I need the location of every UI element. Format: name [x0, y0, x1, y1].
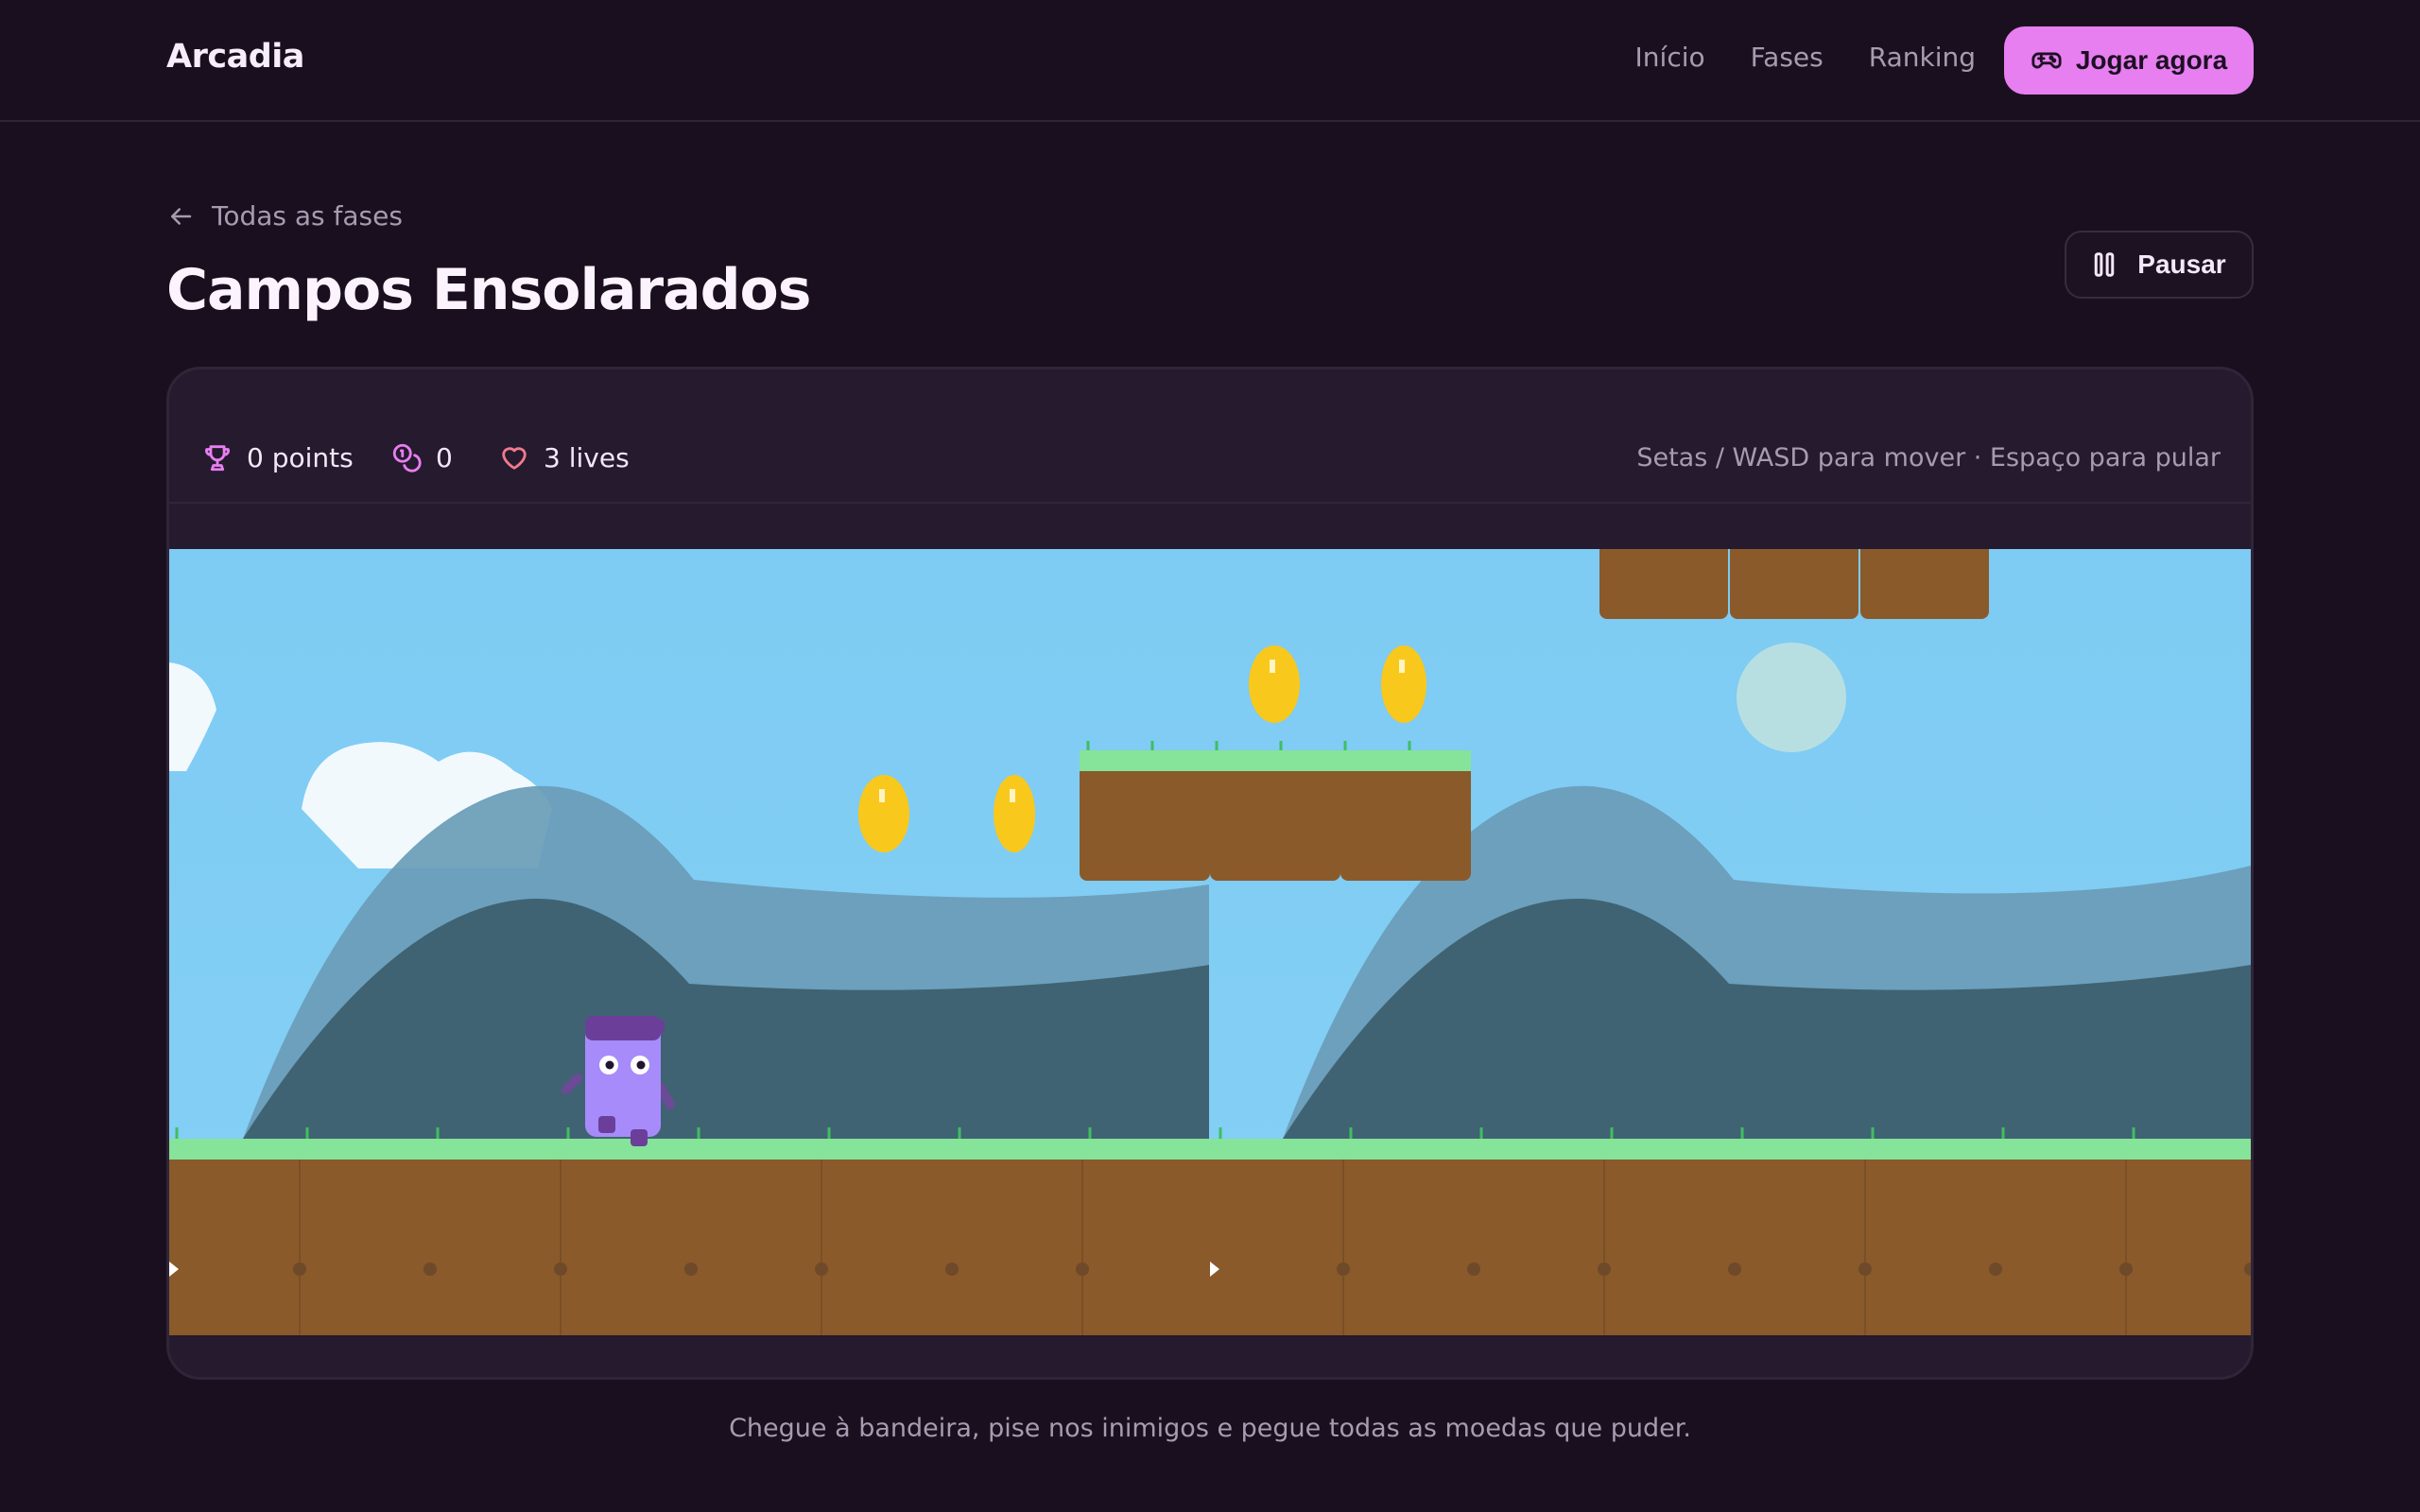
arrow-left-icon [171, 207, 192, 225]
nav-item-fases[interactable]: Fases [1751, 42, 1824, 73]
gamepad-icon [2031, 52, 2062, 69]
page-title: Campos Ensolarados [166, 257, 811, 323]
back-link-label: Todas as fases [212, 200, 403, 232]
pause-button[interactable]: Pausar [2065, 231, 2254, 299]
coins-stat: 0 [390, 441, 453, 473]
floating-platform [1080, 741, 1471, 881]
game-scene [169, 549, 2251, 1335]
coin [1249, 645, 1300, 723]
coins-icon [392, 443, 422, 472]
game-hud: 0 points 0 3 lives Setas / WASD para mov… [169, 369, 2251, 504]
lives-stat: 3 lives [498, 441, 630, 473]
back-link[interactable]: Todas as fases [166, 200, 403, 232]
coin [994, 775, 1035, 852]
nav-item-ranking[interactable]: Ranking [1869, 42, 1976, 73]
play-now-label: Jogar agora [2075, 45, 2228, 75]
level-instructions: Chegue à bandeira, pise nos inimigos e p… [729, 1414, 1691, 1443]
heart-icon [502, 447, 527, 470]
game-canvas[interactable] [169, 549, 2251, 1335]
brand-logo[interactable]: Arcadia [166, 38, 304, 76]
game-panel: 0 points 0 3 lives Setas / WASD para mov… [166, 367, 2254, 1380]
controls-hint: Setas / WASD para mover · Espaço para pu… [1636, 443, 2221, 472]
sun [1737, 643, 1846, 752]
trophy-icon [205, 445, 230, 472]
pause-label: Pausar [2137, 249, 2226, 279]
points-stat: 0 points [201, 441, 354, 473]
main-nav: Início Fases Ranking [1635, 42, 1976, 73]
points-value: 0 points [247, 441, 354, 473]
coin [1381, 645, 1426, 723]
nav-item-inicio[interactable]: Início [1635, 42, 1705, 73]
coins-value: 0 [436, 441, 453, 473]
play-now-button[interactable]: Jogar agora [2004, 26, 2254, 94]
lives-value: 3 lives [544, 441, 630, 473]
coin [858, 775, 909, 852]
ceiling-blocks [1599, 549, 1989, 619]
pause-icon [2095, 252, 2115, 277]
ground [169, 1127, 2251, 1335]
top-bar: Arcadia Início Fases Ranking Jogar agora [0, 0, 2420, 122]
